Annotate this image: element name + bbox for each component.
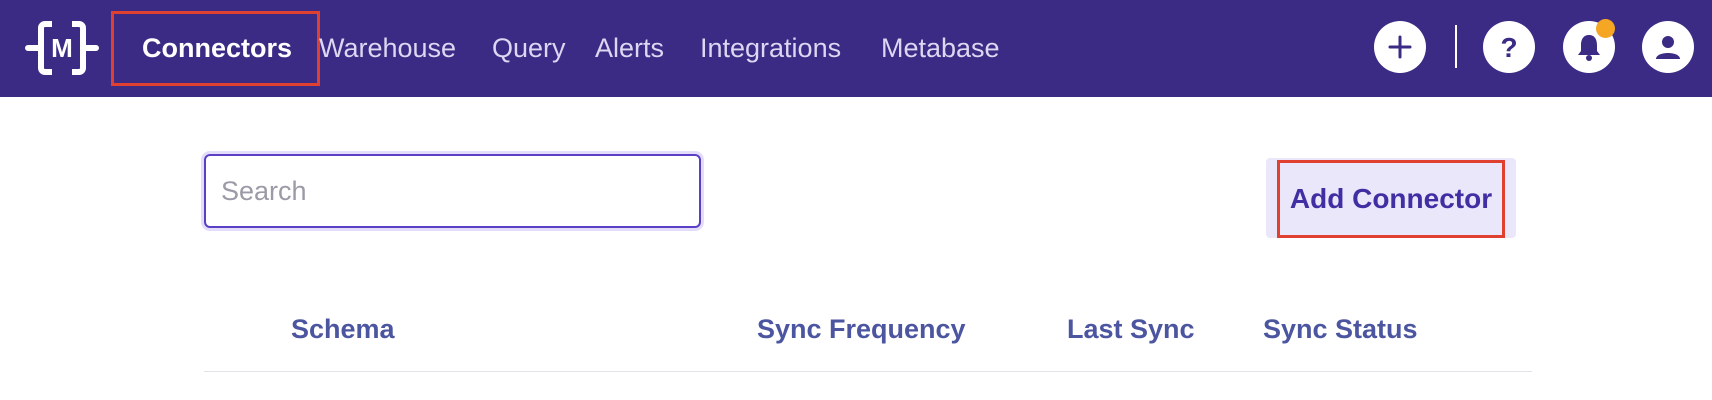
user-icon[interactable]: [1642, 21, 1694, 73]
search-input[interactable]: [204, 154, 701, 228]
nav-metabase[interactable]: Metabase: [881, 0, 1000, 97]
nav-active-highlight: [111, 11, 320, 86]
nav-alerts[interactable]: Alerts: [595, 0, 664, 97]
notification-badge: [1596, 19, 1615, 38]
column-header-schema[interactable]: Schema: [291, 314, 395, 345]
help-icon[interactable]: ?: [1483, 21, 1535, 73]
nav-warehouse[interactable]: Warehouse: [319, 0, 456, 97]
column-header-last-sync[interactable]: Last Sync: [1067, 314, 1195, 345]
nav-query[interactable]: Query: [492, 0, 566, 97]
plus-icon[interactable]: [1374, 21, 1426, 73]
svg-text:?: ?: [1500, 32, 1517, 62]
metaplane-logo-icon[interactable]: M: [24, 12, 100, 84]
add-connector-button[interactable]: Add Connector: [1277, 160, 1505, 238]
column-header-sync-frequency[interactable]: Sync Frequency: [757, 314, 966, 345]
svg-text:M: M: [51, 33, 73, 63]
column-header-sync-status[interactable]: Sync Status: [1263, 314, 1418, 345]
nav-divider: [1455, 25, 1457, 68]
table-header-divider: [204, 371, 1532, 372]
nav-integrations[interactable]: Integrations: [700, 0, 841, 97]
top-navbar: M Connectors Warehouse Query Alerts Inte…: [0, 0, 1712, 97]
